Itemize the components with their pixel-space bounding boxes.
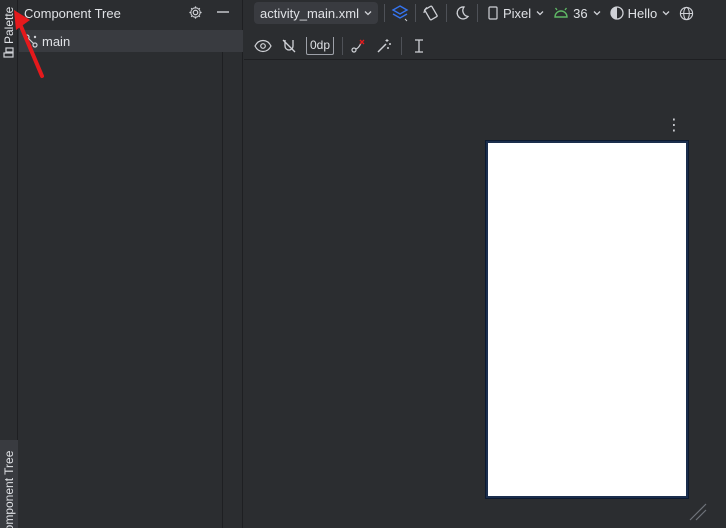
toolbar-separator (342, 36, 344, 55)
android-icon (554, 7, 568, 18)
resize-handle-icon[interactable] (688, 502, 708, 525)
chevron-down-icon (662, 11, 670, 16)
api-level-label: 36 (573, 5, 588, 21)
component-tree-panel: Component Tree main (19, 0, 243, 528)
toolbar-separator (401, 36, 403, 55)
constraint-toolbar: 0dp (244, 32, 726, 60)
component-tree-title: Component Tree (24, 5, 121, 21)
left-tool-strip: Palette Component Tree (0, 0, 18, 528)
tree-divider (222, 52, 223, 528)
clear-constraints-icon[interactable] (349, 37, 367, 55)
eye-icon[interactable] (254, 37, 272, 55)
tree-item-label: main (42, 33, 71, 49)
api-level-selector[interactable]: 36 (549, 2, 605, 24)
design-canvas[interactable]: ⋮ (244, 64, 726, 528)
more-vertical-icon[interactable]: ⋮ (666, 118, 682, 134)
theme-selector-label: Hello (627, 5, 658, 21)
toolbar-separator (476, 4, 478, 22)
palette-tab[interactable]: Palette (0, 0, 18, 60)
palette-tab-label: Palette (2, 7, 16, 58)
design-editor: activity_main.xml Pixel 36 Hello 0dp ⋮ (244, 0, 726, 528)
layers-icon[interactable] (391, 4, 409, 22)
theme-icon (609, 6, 624, 20)
moon-icon[interactable] (453, 4, 471, 22)
theme-selector[interactable]: Hello (606, 2, 676, 24)
file-selector[interactable]: activity_main.xml (254, 2, 378, 24)
magic-wand-icon[interactable] (375, 37, 393, 55)
toolbar-separator (383, 4, 385, 22)
minimize-icon[interactable] (214, 3, 232, 21)
magnet-off-icon[interactable] (280, 37, 298, 55)
toolbar-separator (445, 4, 447, 22)
device-selector-label: Pixel (502, 5, 532, 21)
chevron-down-icon (364, 11, 372, 16)
toolbar-separator (414, 4, 416, 22)
file-selector-label: activity_main.xml (260, 5, 359, 21)
default-margin-selector[interactable]: 0dp (306, 36, 335, 55)
design-toolbar: activity_main.xml Pixel 36 Hello (244, 0, 726, 26)
device-selector[interactable]: Pixel (484, 2, 549, 24)
chevron-down-icon (593, 11, 601, 16)
device-preview[interactable] (486, 141, 688, 498)
palette-icon (3, 47, 14, 58)
globe-icon[interactable] (677, 4, 695, 22)
phone-icon (488, 6, 498, 20)
chevron-down-icon (536, 11, 544, 16)
gear-icon[interactable] (186, 3, 204, 21)
constraint-layout-icon (22, 32, 40, 50)
guideline-icon[interactable] (410, 37, 428, 55)
component-tree-actions (186, 3, 232, 21)
rotate-icon[interactable] (422, 4, 440, 22)
component-tree-tab[interactable]: Component Tree (0, 440, 18, 528)
component-tree-tab-label: Component Tree (2, 450, 16, 528)
tree-item-main[interactable]: main (19, 30, 243, 52)
